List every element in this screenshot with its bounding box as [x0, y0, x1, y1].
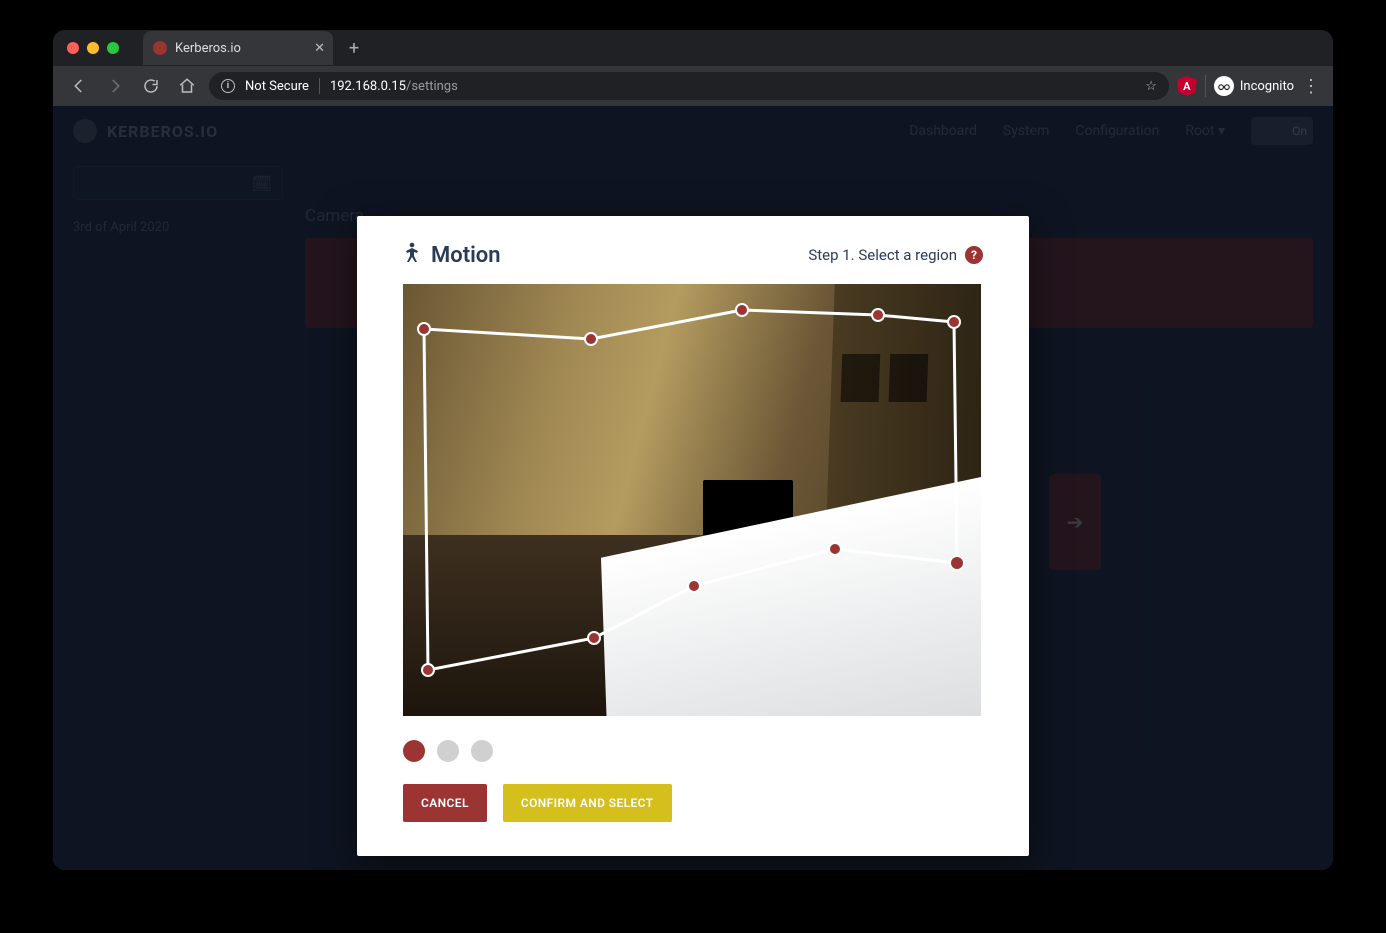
browser-tab-active[interactable]: Kerberos.io ✕ — [143, 31, 333, 65]
browser-menu-button[interactable]: ⋮ — [1302, 76, 1321, 97]
region-vertex[interactable] — [948, 316, 960, 328]
pager-dot[interactable] — [403, 740, 425, 762]
not-secure-label: Not Secure — [245, 79, 309, 94]
region-canvas[interactable] — [403, 284, 981, 716]
incognito-label: Incognito — [1240, 79, 1294, 94]
window-close[interactable] — [67, 42, 79, 54]
confirm-button[interactable]: CONFIRM AND SELECT — [503, 784, 672, 822]
region-vertex[interactable] — [688, 580, 700, 592]
modal-title-group: Motion — [403, 242, 501, 268]
address-bar: i Not Secure 192.168.0.15/settings ☆ A I… — [53, 66, 1333, 106]
help-icon[interactable]: ? — [965, 246, 983, 264]
pager-dot[interactable] — [471, 740, 493, 762]
cancel-button[interactable]: CANCEL — [403, 784, 487, 822]
incognito-icon — [1214, 76, 1234, 96]
window-minimize[interactable] — [87, 42, 99, 54]
nav-back-button[interactable] — [65, 72, 93, 100]
tab-favicon-icon — [153, 41, 167, 55]
region-vertex[interactable] — [829, 543, 841, 555]
motion-person-icon — [403, 242, 421, 268]
region-vertex[interactable] — [950, 556, 964, 570]
region-vertices — [418, 304, 964, 676]
url-text: 192.168.0.15/settings — [330, 79, 458, 94]
nav-home-button[interactable] — [173, 72, 201, 100]
modal-actions: CANCEL CONFIRM AND SELECT — [403, 784, 983, 822]
region-overlay-svg — [403, 284, 981, 716]
tab-title: Kerberos.io — [175, 41, 241, 56]
region-vertex[interactable] — [588, 632, 600, 644]
region-vertex[interactable] — [585, 333, 597, 345]
modal-title: Motion — [431, 243, 501, 268]
nav-reload-button[interactable] — [137, 72, 165, 100]
region-polyline[interactable] — [424, 310, 957, 670]
omnibox[interactable]: i Not Secure 192.168.0.15/settings ☆ — [209, 72, 1169, 100]
region-vertex[interactable] — [736, 304, 748, 316]
tab-strip: Kerberos.io ✕ + — [143, 31, 367, 65]
modal-header: Motion Step 1. Select a region ? — [403, 242, 983, 268]
site-info-icon[interactable]: i — [221, 79, 235, 93]
window-controls — [67, 42, 119, 54]
toolbar-divider — [1205, 75, 1206, 97]
modal-step-indicator: Step 1. Select a region ? — [808, 246, 983, 264]
bookmark-star-icon[interactable]: ☆ — [1145, 79, 1157, 94]
macos-titlebar: Kerberos.io ✕ + — [53, 30, 1333, 66]
omnibox-separator — [319, 78, 320, 94]
incognito-indicator[interactable]: Incognito — [1214, 76, 1294, 96]
motion-modal: Motion Step 1. Select a region ? — [357, 216, 1029, 856]
window-zoom[interactable] — [107, 42, 119, 54]
region-vertex[interactable] — [872, 309, 884, 321]
step-label: Step 1. Select a region — [808, 246, 957, 264]
new-tab-button[interactable]: + — [341, 35, 367, 61]
viewport: KERBEROS.IO Dashboard System Configurati… — [53, 106, 1333, 870]
url-path: /settings — [406, 79, 458, 94]
browser-window: Kerberos.io ✕ + i Not Secure 192.168.0.1… — [53, 30, 1333, 870]
angular-extension-icon[interactable]: A — [1177, 76, 1197, 96]
step-pager — [403, 740, 983, 762]
pager-dot[interactable] — [437, 740, 459, 762]
url-host: 192.168.0.15 — [330, 79, 406, 94]
region-vertex[interactable] — [422, 664, 434, 676]
tab-close-icon[interactable]: ✕ — [314, 41, 325, 56]
region-vertex[interactable] — [418, 323, 430, 335]
nav-forward-button[interactable] — [101, 72, 129, 100]
